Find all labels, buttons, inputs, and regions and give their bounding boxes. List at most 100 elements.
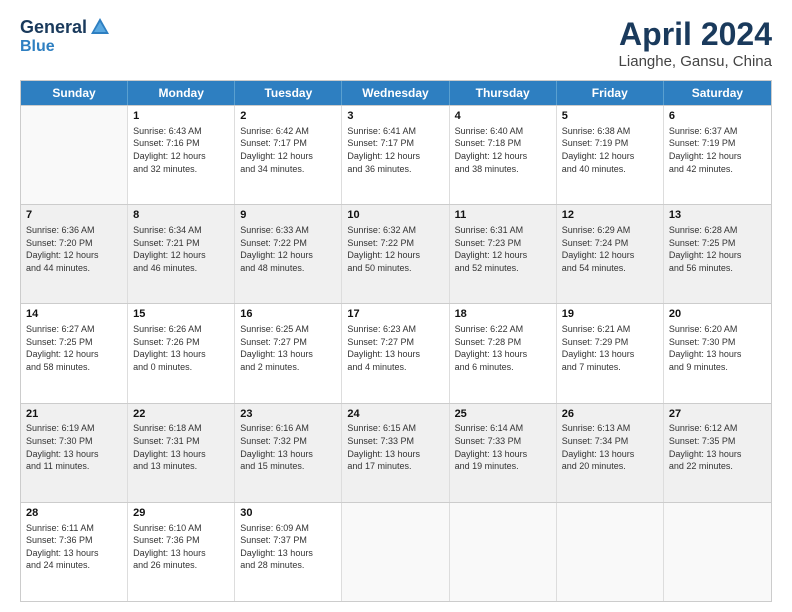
day-number: 1 [133, 109, 229, 124]
day-info: Sunrise: 6:42 AM Sunset: 7:17 PM Dayligh… [240, 125, 336, 175]
header: General Blue April 2024 Lianghe, Gansu, … [20, 16, 772, 70]
calendar-cell [557, 503, 664, 601]
calendar-cell [450, 503, 557, 601]
logo-icon [89, 16, 111, 38]
day-info: Sunrise: 6:43 AM Sunset: 7:16 PM Dayligh… [133, 125, 229, 175]
day-number: 30 [240, 506, 336, 521]
calendar: Sunday Monday Tuesday Wednesday Thursday… [20, 80, 772, 602]
calendar-cell: 30Sunrise: 6:09 AM Sunset: 7:37 PM Dayli… [235, 503, 342, 601]
day-info: Sunrise: 6:09 AM Sunset: 7:37 PM Dayligh… [240, 522, 336, 572]
day-info: Sunrise: 6:26 AM Sunset: 7:26 PM Dayligh… [133, 323, 229, 373]
calendar-header: Sunday Monday Tuesday Wednesday Thursday… [21, 81, 771, 105]
calendar-cell: 4Sunrise: 6:40 AM Sunset: 7:18 PM Daylig… [450, 106, 557, 204]
day-info: Sunrise: 6:23 AM Sunset: 7:27 PM Dayligh… [347, 323, 443, 373]
day-info: Sunrise: 6:20 AM Sunset: 7:30 PM Dayligh… [669, 323, 766, 373]
calendar-cell: 9Sunrise: 6:33 AM Sunset: 7:22 PM Daylig… [235, 205, 342, 303]
calendar-cell: 3Sunrise: 6:41 AM Sunset: 7:17 PM Daylig… [342, 106, 449, 204]
day-number: 7 [26, 208, 122, 223]
day-number: 10 [347, 208, 443, 223]
day-info: Sunrise: 6:12 AM Sunset: 7:35 PM Dayligh… [669, 422, 766, 472]
calendar-cell: 11Sunrise: 6:31 AM Sunset: 7:23 PM Dayli… [450, 205, 557, 303]
day-number: 13 [669, 208, 766, 223]
day-info: Sunrise: 6:18 AM Sunset: 7:31 PM Dayligh… [133, 422, 229, 472]
header-tuesday: Tuesday [235, 81, 342, 105]
day-number: 4 [455, 109, 551, 124]
calendar-cell: 14Sunrise: 6:27 AM Sunset: 7:25 PM Dayli… [21, 304, 128, 402]
day-number: 5 [562, 109, 658, 124]
day-info: Sunrise: 6:27 AM Sunset: 7:25 PM Dayligh… [26, 323, 122, 373]
day-number: 17 [347, 307, 443, 322]
day-number: 28 [26, 506, 122, 521]
day-number: 29 [133, 506, 229, 521]
day-info: Sunrise: 6:41 AM Sunset: 7:17 PM Dayligh… [347, 125, 443, 175]
day-info: Sunrise: 6:34 AM Sunset: 7:21 PM Dayligh… [133, 224, 229, 274]
day-number: 15 [133, 307, 229, 322]
day-number: 3 [347, 109, 443, 124]
logo: General Blue [20, 16, 111, 56]
calendar-cell: 26Sunrise: 6:13 AM Sunset: 7:34 PM Dayli… [557, 404, 664, 502]
day-info: Sunrise: 6:11 AM Sunset: 7:36 PM Dayligh… [26, 522, 122, 572]
day-number: 22 [133, 407, 229, 422]
calendar-row-2: 7Sunrise: 6:36 AM Sunset: 7:20 PM Daylig… [21, 204, 771, 303]
day-number: 11 [455, 208, 551, 223]
day-info: Sunrise: 6:16 AM Sunset: 7:32 PM Dayligh… [240, 422, 336, 472]
day-info: Sunrise: 6:10 AM Sunset: 7:36 PM Dayligh… [133, 522, 229, 572]
day-number: 23 [240, 407, 336, 422]
logo-blue: Blue [20, 38, 55, 55]
page: General Blue April 2024 Lianghe, Gansu, … [0, 0, 792, 612]
calendar-cell: 10Sunrise: 6:32 AM Sunset: 7:22 PM Dayli… [342, 205, 449, 303]
calendar-title: April 2024 [619, 16, 772, 53]
calendar-cell: 5Sunrise: 6:38 AM Sunset: 7:19 PM Daylig… [557, 106, 664, 204]
calendar-cell: 24Sunrise: 6:15 AM Sunset: 7:33 PM Dayli… [342, 404, 449, 502]
day-info: Sunrise: 6:31 AM Sunset: 7:23 PM Dayligh… [455, 224, 551, 274]
calendar-cell: 18Sunrise: 6:22 AM Sunset: 7:28 PM Dayli… [450, 304, 557, 402]
calendar-cell: 15Sunrise: 6:26 AM Sunset: 7:26 PM Dayli… [128, 304, 235, 402]
day-info: Sunrise: 6:14 AM Sunset: 7:33 PM Dayligh… [455, 422, 551, 472]
day-number: 12 [562, 208, 658, 223]
day-number: 9 [240, 208, 336, 223]
calendar-cell: 17Sunrise: 6:23 AM Sunset: 7:27 PM Dayli… [342, 304, 449, 402]
day-number: 19 [562, 307, 658, 322]
calendar-row-3: 14Sunrise: 6:27 AM Sunset: 7:25 PM Dayli… [21, 303, 771, 402]
calendar-row-1: 1Sunrise: 6:43 AM Sunset: 7:16 PM Daylig… [21, 105, 771, 204]
day-number: 6 [669, 109, 766, 124]
logo-general: General [20, 17, 87, 38]
day-info: Sunrise: 6:36 AM Sunset: 7:20 PM Dayligh… [26, 224, 122, 274]
day-info: Sunrise: 6:28 AM Sunset: 7:25 PM Dayligh… [669, 224, 766, 274]
day-number: 14 [26, 307, 122, 322]
day-number: 2 [240, 109, 336, 124]
header-wednesday: Wednesday [342, 81, 449, 105]
calendar-cell: 12Sunrise: 6:29 AM Sunset: 7:24 PM Dayli… [557, 205, 664, 303]
calendar-cell: 7Sunrise: 6:36 AM Sunset: 7:20 PM Daylig… [21, 205, 128, 303]
calendar-cell: 28Sunrise: 6:11 AM Sunset: 7:36 PM Dayli… [21, 503, 128, 601]
header-sunday: Sunday [21, 81, 128, 105]
day-number: 26 [562, 407, 658, 422]
calendar-cell: 16Sunrise: 6:25 AM Sunset: 7:27 PM Dayli… [235, 304, 342, 402]
day-info: Sunrise: 6:19 AM Sunset: 7:30 PM Dayligh… [26, 422, 122, 472]
day-info: Sunrise: 6:38 AM Sunset: 7:19 PM Dayligh… [562, 125, 658, 175]
day-number: 20 [669, 307, 766, 322]
calendar-location: Lianghe, Gansu, China [619, 53, 772, 70]
calendar-cell: 29Sunrise: 6:10 AM Sunset: 7:36 PM Dayli… [128, 503, 235, 601]
day-number: 25 [455, 407, 551, 422]
calendar-cell: 6Sunrise: 6:37 AM Sunset: 7:19 PM Daylig… [664, 106, 771, 204]
calendar-cell: 21Sunrise: 6:19 AM Sunset: 7:30 PM Dayli… [21, 404, 128, 502]
day-info: Sunrise: 6:37 AM Sunset: 7:19 PM Dayligh… [669, 125, 766, 175]
header-saturday: Saturday [664, 81, 771, 105]
day-info: Sunrise: 6:15 AM Sunset: 7:33 PM Dayligh… [347, 422, 443, 472]
day-info: Sunrise: 6:40 AM Sunset: 7:18 PM Dayligh… [455, 125, 551, 175]
calendar-cell [21, 106, 128, 204]
title-block: April 2024 Lianghe, Gansu, China [619, 16, 772, 70]
calendar-cell [664, 503, 771, 601]
calendar-cell: 27Sunrise: 6:12 AM Sunset: 7:35 PM Dayli… [664, 404, 771, 502]
day-number: 16 [240, 307, 336, 322]
day-info: Sunrise: 6:33 AM Sunset: 7:22 PM Dayligh… [240, 224, 336, 274]
header-friday: Friday [557, 81, 664, 105]
calendar-cell: 1Sunrise: 6:43 AM Sunset: 7:16 PM Daylig… [128, 106, 235, 204]
day-number: 8 [133, 208, 229, 223]
day-number: 18 [455, 307, 551, 322]
calendar-cell: 13Sunrise: 6:28 AM Sunset: 7:25 PM Dayli… [664, 205, 771, 303]
calendar-cell: 22Sunrise: 6:18 AM Sunset: 7:31 PM Dayli… [128, 404, 235, 502]
calendar-body: 1Sunrise: 6:43 AM Sunset: 7:16 PM Daylig… [21, 105, 771, 601]
header-monday: Monday [128, 81, 235, 105]
